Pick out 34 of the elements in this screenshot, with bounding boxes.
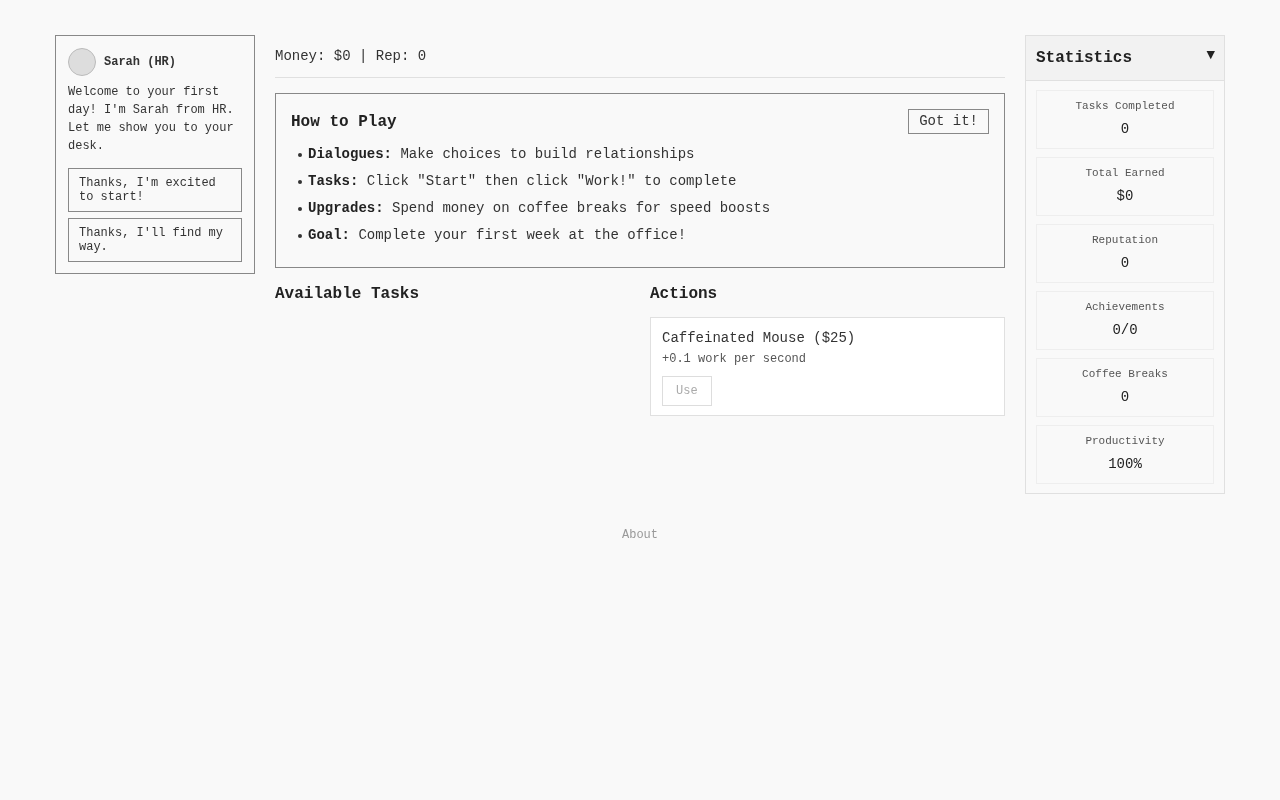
money-rep-status: Money: $0 | Rep: 0 [275,48,427,64]
instruction-text: Upgrades: Spend money on coffee breaks for speed boosts [308,200,771,217]
statistics-title: Statistics [1036,49,1132,67]
stat-label: Total Earned [1085,167,1165,180]
how-to-play-title: How to Play [291,112,397,131]
speaker-name: Sarah (HR) [104,55,176,69]
action-name: Caffeinated Mouse ($25) [662,330,856,346]
stat-value: 100% [1108,456,1142,472]
instruction-text: Dialogues: Make choices to build relationships [308,146,695,163]
choice-button[interactable]: Thanks, I'll find my way. [68,218,242,262]
bullet-icon [298,233,302,238]
stat-value: 0 [1120,255,1130,271]
stat-label: Reputation [1092,234,1158,247]
bullet-icon [298,179,302,184]
stat-label: Productivity [1085,435,1165,448]
action-description: +0.1 work per second [662,352,807,366]
stat-value: 0/0 [1112,322,1138,338]
dialogue-message: Welcome to your first day! I'm Sarah from HR. Let me show you to your desk. [68,84,235,155]
stat-label: Coffee Breaks [1082,368,1168,381]
stat-label: Tasks Completed [1075,100,1175,113]
stat-value: 0 [1120,121,1130,137]
bullet-icon [298,206,302,211]
stat-value: $0 [1116,188,1134,204]
instruction-text: Goal: Complete your first week at the office! [308,227,687,244]
actions-heading: Actions [650,285,719,303]
tasks-heading: Available Tasks [275,285,421,303]
choice-button[interactable]: Thanks, I'm excited to start! [68,168,242,212]
bullet-icon [298,152,302,157]
stat-value: 0 [1120,389,1130,405]
collapse-toggle[interactable]: ▼ [1206,47,1215,61]
got-it-button[interactable]: Got it! [908,109,989,134]
avatar-icon [68,48,96,76]
instruction-text: Tasks: Click "Start" then click "Work!" to complete [308,173,737,190]
stat-label: Achievements [1085,301,1165,314]
